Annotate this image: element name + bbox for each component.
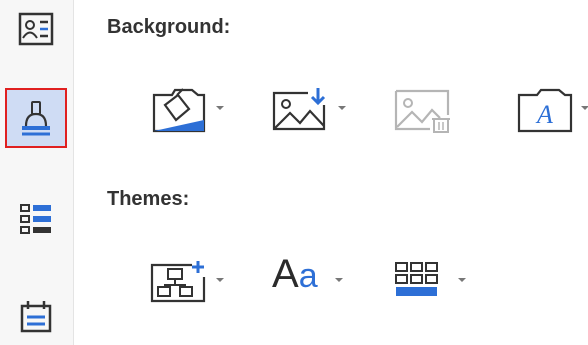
font-style-icon: Aa <box>272 252 318 296</box>
fill-color-button[interactable] <box>148 85 224 135</box>
text-watermark-icon: A <box>517 88 573 133</box>
sidebar-item-background[interactable] <box>5 88 67 148</box>
add-layout-button[interactable] <box>148 257 224 307</box>
themes-section-title: Themes: <box>107 188 190 210</box>
color-grid-button[interactable] <box>394 257 468 307</box>
list-view-icon <box>20 204 51 234</box>
add-layout-icon <box>150 261 206 303</box>
contact-card-icon <box>18 12 54 46</box>
fill-color-icon <box>152 88 206 133</box>
sidebar-item-calendar[interactable] <box>5 285 67 345</box>
paint-brush-icon <box>22 101 50 136</box>
svg-text:A: A <box>535 100 553 129</box>
sidebar <box>0 0 74 345</box>
delete-picture-button[interactable] <box>392 85 454 135</box>
font-style-button[interactable]: Aa <box>272 252 350 305</box>
insert-picture-button[interactable] <box>270 85 346 135</box>
background-section-title: Background: <box>107 16 231 38</box>
delete-picture-icon <box>394 89 450 133</box>
sidebar-item-list[interactable] <box>5 189 67 249</box>
text-watermark-button[interactable]: A <box>515 85 588 135</box>
sidebar-item-contact[interactable] <box>5 0 67 60</box>
calendar-icon <box>20 301 52 333</box>
color-grid-icon <box>395 262 438 296</box>
insert-picture-icon <box>272 88 326 131</box>
